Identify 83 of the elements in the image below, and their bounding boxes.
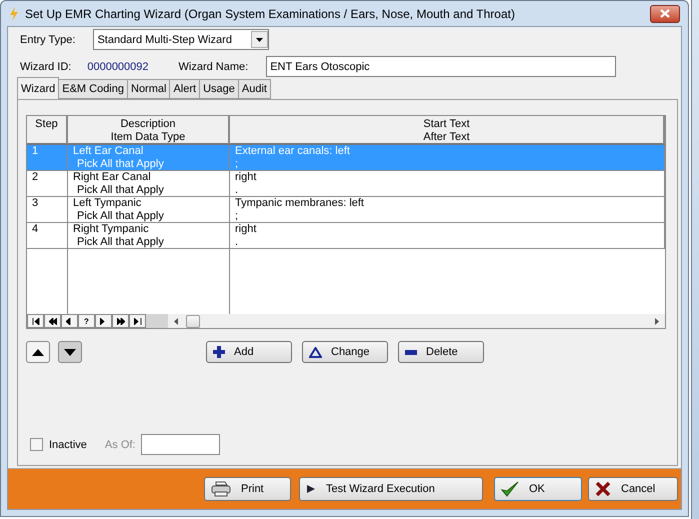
column-header: Item Data Type bbox=[110, 131, 186, 144]
close-icon bbox=[660, 9, 670, 18]
after-text: ; bbox=[235, 210, 240, 222]
navigator-button[interactable] bbox=[95, 314, 112, 328]
as-of-label: As Of: bbox=[104, 438, 136, 450]
play-icon bbox=[306, 484, 316, 494]
wizard-name-label: Wizard Name: bbox=[178, 60, 248, 72]
nav-arrow-icon bbox=[48, 318, 56, 324]
after-text: ; bbox=[235, 158, 240, 170]
column-header: Start Text bbox=[423, 118, 470, 131]
navigator-button[interactable] bbox=[61, 314, 78, 328]
table-row[interactable]: 4 Right Tympanic Pick All that Apply right . bbox=[27, 223, 665, 249]
data-type-text: Pick All that Apply bbox=[76, 236, 165, 248]
nav-arrow-icon bbox=[32, 318, 40, 324]
checkmark-icon bbox=[501, 481, 519, 497]
entry-type-dropdown[interactable]: Standard Multi-Step Wizard bbox=[93, 29, 270, 50]
down-triangle-icon bbox=[64, 348, 76, 356]
caret-icon bbox=[256, 38, 264, 42]
nav-arrow-icon bbox=[100, 318, 108, 324]
nav-arrow-icon bbox=[66, 318, 74, 324]
tab[interactable]: Normal bbox=[127, 79, 170, 99]
lightning-icon bbox=[9, 6, 19, 20]
table-row[interactable]: 3 Left Tympanic Pick All that Apply Tympanic membranes: left ; bbox=[27, 197, 665, 223]
nav-arrow-icon bbox=[116, 318, 124, 324]
test-button[interactable]: Test Wizard Execution bbox=[299, 477, 483, 501]
description-text: Right Ear Canal bbox=[73, 171, 152, 184]
start-text: External ear canals: left bbox=[235, 145, 351, 158]
start-text: Tympanic membranes: left bbox=[235, 197, 365, 210]
description-text: Right Tympanic bbox=[73, 223, 150, 236]
dropdown-button[interactable] bbox=[251, 31, 268, 48]
printer-icon bbox=[211, 481, 231, 497]
up-triangle-icon bbox=[32, 348, 44, 356]
scroll-right-icon[interactable] bbox=[655, 318, 659, 324]
minus-icon bbox=[405, 350, 417, 354]
scroll-left-icon[interactable] bbox=[174, 318, 178, 324]
entry-type-label: Entry Type: bbox=[20, 34, 76, 46]
column-header: Step bbox=[35, 118, 58, 131]
add-button[interactable]: Add bbox=[206, 341, 292, 363]
move-up-button[interactable] bbox=[26, 341, 50, 363]
data-type-text: Pick All that Apply bbox=[76, 184, 165, 196]
step-number: 1 bbox=[32, 145, 40, 158]
description-text: Left Tympanic bbox=[73, 197, 142, 210]
navigator-button[interactable] bbox=[27, 314, 44, 328]
nav-arrow-icon bbox=[134, 318, 142, 324]
navigator-button[interactable] bbox=[129, 314, 146, 328]
start-text: right bbox=[235, 171, 258, 184]
tab[interactable]: Wizard bbox=[17, 77, 60, 99]
step-number: 4 bbox=[32, 223, 40, 236]
window-title: Set Up EMR Charting Wizard (Organ System Examinations / Ears, Nose, Mouth and Throat) bbox=[25, 6, 516, 20]
x-icon bbox=[595, 481, 611, 497]
data-type-text: Pick All that Apply bbox=[76, 158, 165, 170]
data-type-text: Pick All that Apply bbox=[76, 210, 165, 222]
tab[interactable]: E&M Coding bbox=[58, 79, 128, 99]
after-text: . bbox=[235, 184, 240, 196]
cancel-button[interactable]: Cancel bbox=[588, 477, 678, 501]
wizard-id-label: Wizard ID: bbox=[20, 60, 72, 72]
scrollbar-thumb[interactable] bbox=[186, 314, 200, 328]
navigator-button[interactable] bbox=[112, 314, 129, 328]
column-header: After Text bbox=[423, 131, 470, 144]
tab[interactable]: Alert bbox=[169, 79, 200, 99]
navigator-button[interactable] bbox=[44, 314, 61, 328]
print-button[interactable]: Print bbox=[204, 477, 291, 501]
as-of-field[interactable] bbox=[141, 434, 220, 455]
step-number: 2 bbox=[32, 171, 40, 184]
change-button[interactable]: Change bbox=[302, 341, 388, 363]
triangle-icon bbox=[309, 346, 322, 358]
wizard-id-value: 0000000092 bbox=[87, 60, 149, 72]
help-button[interactable]: ? bbox=[78, 314, 95, 328]
inactive-label: Inactive bbox=[49, 438, 87, 450]
wizard-name-field[interactable]: ENT Ears Otoscopic bbox=[266, 56, 616, 77]
close-button[interactable] bbox=[650, 4, 680, 22]
delete-button[interactable]: Delete bbox=[398, 341, 484, 363]
ok-button[interactable]: OK bbox=[494, 477, 582, 501]
tab[interactable]: Audit bbox=[238, 79, 271, 99]
after-text: . bbox=[235, 236, 240, 248]
move-down-button[interactable] bbox=[58, 341, 82, 363]
column-header: Description bbox=[120, 118, 176, 131]
plus-icon bbox=[213, 346, 225, 358]
step-number: 3 bbox=[32, 197, 40, 210]
description-text: Left Ear Canal bbox=[73, 145, 144, 158]
table-row[interactable]: 2 Right Ear Canal Pick All that Apply right . bbox=[27, 171, 665, 197]
tab[interactable]: Usage bbox=[199, 79, 239, 99]
start-text: right bbox=[235, 223, 258, 236]
